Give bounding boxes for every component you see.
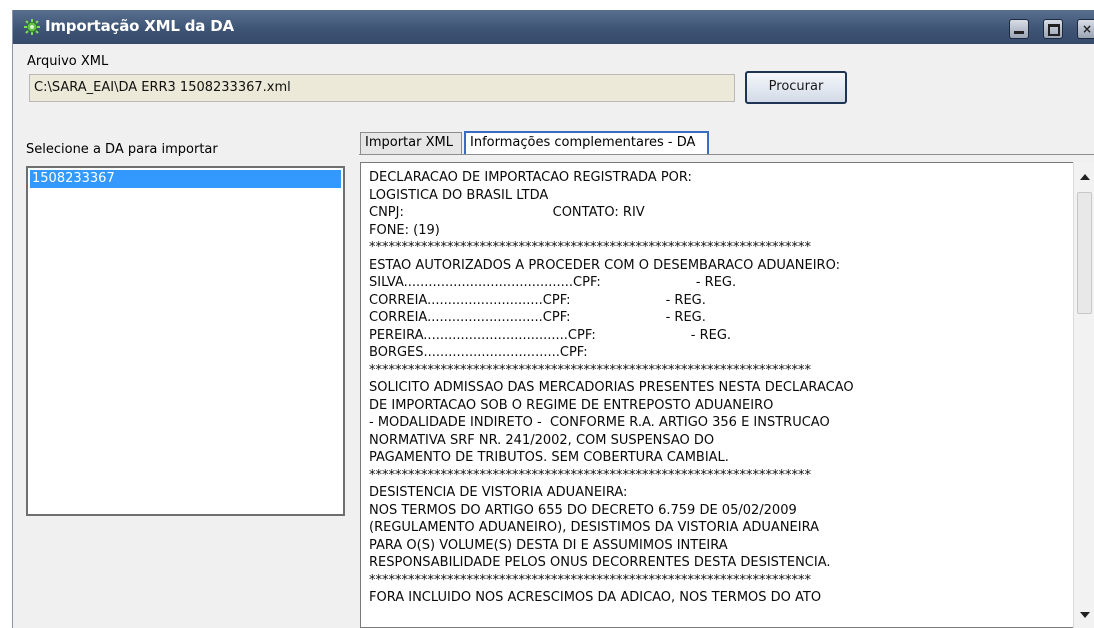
app-gear-icon	[24, 19, 40, 35]
info-text-line: LOGISTICA DO BRASIL LTDA	[369, 187, 549, 203]
info-text-line: ****************************************…	[369, 467, 811, 483]
maximize-icon	[1044, 20, 1062, 38]
minimize-button[interactable]	[1009, 19, 1029, 39]
info-text-line: - MODALIDADE INDIRETO - CONFORME R.A. AR…	[369, 415, 830, 430]
info-text-line: (REGULAMENTO ADUANEIRO), DESISTIMOS DA V…	[369, 520, 819, 535]
da-list-label: Selecione a DA para importar	[26, 142, 218, 157]
window-title: Importação XML da DA	[45, 17, 234, 35]
info-text-line: CORREIA............................CPF: …	[369, 310, 706, 325]
da-listbox[interactable]: 1508233367	[26, 166, 345, 516]
close-button[interactable]: ×	[1077, 19, 1094, 39]
info-text-line: BORGES.................................C…	[369, 345, 588, 360]
xml-file-label: Arquivo XML	[27, 54, 109, 69]
minimize-icon	[1010, 20, 1028, 38]
info-text-line: DE IMPORTACAO SOB O REGIME DE ENTREPOSTO…	[369, 397, 774, 413]
complementary-info-textarea[interactable]: DECLARACAO DE IMPORTACAO REGISTRADA POR:…	[360, 162, 1086, 628]
info-text-line: PEREIRA.................................…	[369, 327, 732, 343]
xml-path-field[interactable]: C:\SARA_EAI\DA ERR3 1508233367.xml	[29, 74, 735, 102]
info-text-line: SOLICITO ADMISSAO DAS MERCADORIAS PRESEN…	[369, 380, 854, 395]
info-text-line: DESISTENCIA DE VISTORIA ADUANEIRA:	[369, 485, 628, 500]
import-xml-window: Importação XML da DA × Arquivo XML C:\SA…	[12, 10, 1094, 628]
scroll-down-arrow-icon[interactable]	[1080, 612, 1090, 618]
info-text-line: CNPJ: CONTATO: RIV	[369, 205, 645, 220]
tab-panel-border	[359, 154, 1094, 155]
close-icon: ×	[1081, 22, 1093, 36]
info-text-content: DECLARACAO DE IMPORTACAO REGISTRADA POR:…	[369, 169, 854, 607]
scroll-up-arrow-icon[interactable]	[1080, 174, 1090, 180]
maximize-button[interactable]	[1043, 19, 1063, 39]
info-text-line: FONE: (19)	[369, 222, 440, 238]
list-item[interactable]: 1508233367	[30, 170, 341, 188]
vertical-scrollbar[interactable]	[1073, 162, 1094, 628]
info-text-line: NORMATIVA SRF NR. 241/2002, COM SUSPENSA…	[369, 432, 715, 448]
info-text-line: CORREIA............................CPF: …	[369, 292, 706, 308]
browse-button[interactable]: Procurar	[745, 71, 847, 104]
info-text-line: ****************************************…	[369, 572, 811, 588]
tab-import-xml[interactable]: Importar XML	[360, 132, 462, 154]
info-text-line: ****************************************…	[369, 240, 811, 255]
title-bar[interactable]: Importação XML da DA ×	[13, 10, 1094, 44]
tab-complementary-info[interactable]: Informações complementares - DA	[464, 131, 709, 155]
info-text-line: FORA INCLUIDO NOS ACRESCIMOS DA ADICAO, …	[369, 590, 822, 605]
info-text-line: SILVA...................................…	[369, 275, 737, 290]
info-text-line: ESTAO AUTORIZADOS A PROCEDER COM O DESEM…	[369, 257, 840, 273]
info-text-line: PAGAMENTO DE TRIBUTOS. SEM COBERTURA CAM…	[369, 450, 729, 465]
info-text-line: PARA O(S) VOLUME(S) DESTA DI E ASSUMIMOS…	[369, 537, 728, 553]
info-text-line: ****************************************…	[369, 362, 811, 378]
info-text-line: RESPONSABILIDADE PELOS ONUS DECORRENTES …	[369, 555, 831, 570]
scroll-thumb[interactable]	[1077, 192, 1092, 314]
info-text-line: NOS TERMOS DO ARTIGO 655 DO DECRETO 6.75…	[369, 502, 797, 518]
info-text-line: DECLARACAO DE IMPORTACAO REGISTRADA POR:	[369, 170, 692, 185]
